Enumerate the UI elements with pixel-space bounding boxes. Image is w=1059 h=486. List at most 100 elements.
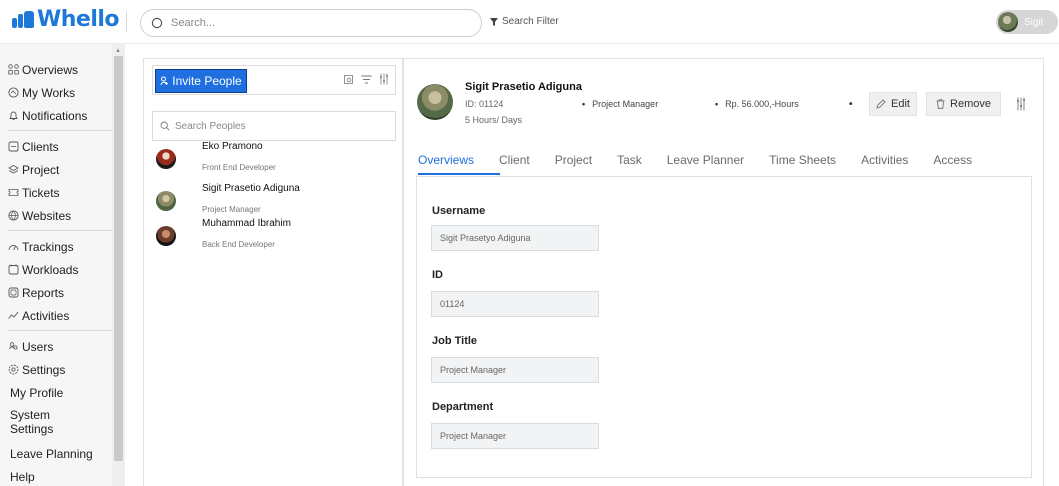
person-role: Back End Developer — [202, 240, 275, 249]
department-field[interactable]: Project Manager — [431, 423, 599, 449]
search-user-icon[interactable] — [343, 74, 354, 85]
sort-icon[interactable] — [361, 75, 372, 84]
list-item[interactable]: Sigit Prasetio Adiguna Project Manager — [156, 183, 396, 219]
sidebar-item-label: Settings — [22, 362, 66, 377]
field-label-job-title: Job Title — [432, 335, 478, 347]
scrollbar-thumb[interactable] — [114, 56, 123, 461]
search-icon — [151, 17, 163, 29]
people-search-input[interactable] — [175, 120, 385, 132]
sidebar-item-label: Workloads — [22, 262, 79, 277]
ticket-icon — [8, 187, 19, 198]
sidebar-item-my-works[interactable]: My Works — [8, 81, 112, 104]
sidebar-item-leave-planning[interactable]: Leave Planning — [8, 442, 112, 465]
list-item[interactable]: Eko Pramono Front End Developer — [156, 141, 396, 177]
tab-client[interactable]: Client — [499, 153, 530, 177]
user-name: Sigit — [1024, 16, 1044, 28]
bell-icon — [8, 110, 19, 121]
tab-leave-planner[interactable]: Leave Planner — [667, 153, 744, 177]
sidebar-item-clients[interactable]: Clients — [8, 135, 112, 158]
sidebar-item-label: Users — [22, 339, 54, 354]
edit-button[interactable]: Edit — [869, 92, 917, 116]
trash-icon — [936, 99, 945, 109]
sidebar-item-activities[interactable]: Activities — [8, 304, 112, 327]
sidebar-divider — [8, 130, 112, 131]
job-title-field[interactable]: Project Manager — [431, 357, 599, 383]
search-filter-button[interactable]: Search Filter — [490, 16, 559, 27]
sidebar-item-workloads[interactable]: Workloads — [8, 258, 112, 281]
tab-time-sheets[interactable]: Time Sheets — [769, 153, 836, 177]
sidebar-item-label: My Profile — [10, 385, 64, 400]
global-search[interactable] — [140, 9, 482, 37]
profile-name: Sigit Prasetio Adiguna — [465, 81, 582, 93]
sidebar-item-label: Overviews — [22, 62, 79, 77]
sidebar-item-tickets[interactable]: Tickets — [8, 181, 112, 204]
tab-project[interactable]: Project — [555, 153, 592, 177]
people-search[interactable] — [152, 111, 396, 141]
filter-icon — [490, 17, 498, 26]
sidebar-item-users[interactable]: Users — [8, 335, 112, 358]
tab-task[interactable]: Task — [617, 153, 642, 177]
sidebar-item-project[interactable]: Project — [8, 158, 112, 181]
sidebar-item-trackings[interactable]: Trackings — [8, 235, 112, 258]
id-value: 01124 — [440, 299, 465, 309]
top-divider — [126, 12, 127, 32]
sidebar-item-websites[interactable]: Websites — [8, 204, 112, 227]
search-icon — [160, 121, 170, 131]
my-works-icon — [8, 87, 19, 98]
username-field[interactable]: Sigit Prasetyo Adiguna — [431, 225, 599, 251]
sidebar-item-label: Leave Planning — [10, 446, 93, 461]
sidebar-item-label: Notifications — [22, 108, 88, 123]
sidebar-scrollbar[interactable]: ▲ — [112, 44, 125, 486]
profile-settings-icon[interactable] — [1016, 97, 1026, 111]
sidebar-item-help[interactable]: Help — [8, 465, 112, 486]
sidebar-item-label: Reports — [22, 285, 65, 300]
edit-label: Edit — [891, 98, 910, 110]
profile-rate-text: Rp. 56.000,-Hours — [725, 99, 799, 109]
logo-mark-icon — [12, 10, 34, 28]
person-role: Front End Developer — [202, 163, 276, 172]
global-search-input[interactable] — [171, 17, 451, 29]
sidebar-item-label: Trackings — [22, 239, 74, 254]
avatar — [156, 149, 176, 169]
remove-label: Remove — [950, 98, 991, 110]
profile-tabs: Overviews Client Project Task Leave Plan… — [418, 153, 997, 177]
clients-icon — [8, 141, 19, 152]
app-logo[interactable]: Whello — [12, 5, 120, 33]
sidebar-item-label: Project — [22, 162, 60, 177]
people-toolbar: Invite People — [152, 65, 396, 95]
tab-activities[interactable]: Activities — [861, 153, 908, 177]
settings-icon — [8, 364, 19, 375]
scroll-up-icon[interactable]: ▲ — [115, 48, 121, 54]
field-label-department: Department — [432, 401, 494, 413]
sidebar-item-settings[interactable]: Settings — [8, 358, 112, 381]
people-panel: Invite People Eko Pramono Front End Deve… — [143, 58, 403, 486]
sidebar-item-system-settings[interactable]: System Settings — [8, 404, 112, 442]
profile-hours: 5 Hours/ Days — [465, 115, 523, 125]
sidebar-item-reports[interactable]: Reports — [8, 281, 112, 304]
project-icon — [8, 164, 19, 175]
sidebar-item-my-profile[interactable]: My Profile — [8, 381, 112, 404]
active-tab-indicator — [418, 173, 500, 175]
list-item[interactable]: Muhammad Ibrahim Back End Developer — [156, 218, 396, 254]
sidebar-item-label: Activities — [22, 308, 70, 323]
invite-people-button[interactable]: Invite People — [155, 69, 247, 93]
profile-position: • Project Manager — [582, 99, 659, 109]
tracking-icon — [8, 241, 19, 252]
adjust-icon[interactable] — [379, 73, 389, 85]
sidebar-item-notifications[interactable]: Notifications — [8, 104, 112, 127]
invite-people-label: Invite People — [172, 74, 242, 88]
username-value: Sigit Prasetyo Adiguna — [440, 233, 531, 243]
id-field[interactable]: 01124 — [431, 291, 599, 317]
remove-button[interactable]: Remove — [926, 92, 1001, 116]
workload-icon — [8, 264, 19, 275]
report-icon — [8, 287, 19, 298]
user-menu[interactable]: Sigit — [996, 10, 1058, 34]
tab-access[interactable]: Access — [933, 153, 972, 177]
avatar — [156, 226, 176, 246]
sidebar-item-overviews[interactable]: Overviews — [8, 58, 112, 81]
field-label-id: ID — [432, 269, 443, 281]
person-name: Sigit Prasetio Adiguna — [202, 183, 300, 194]
avatar — [156, 191, 176, 211]
edit-icon — [876, 99, 886, 109]
separator-dot: • — [849, 99, 853, 110]
